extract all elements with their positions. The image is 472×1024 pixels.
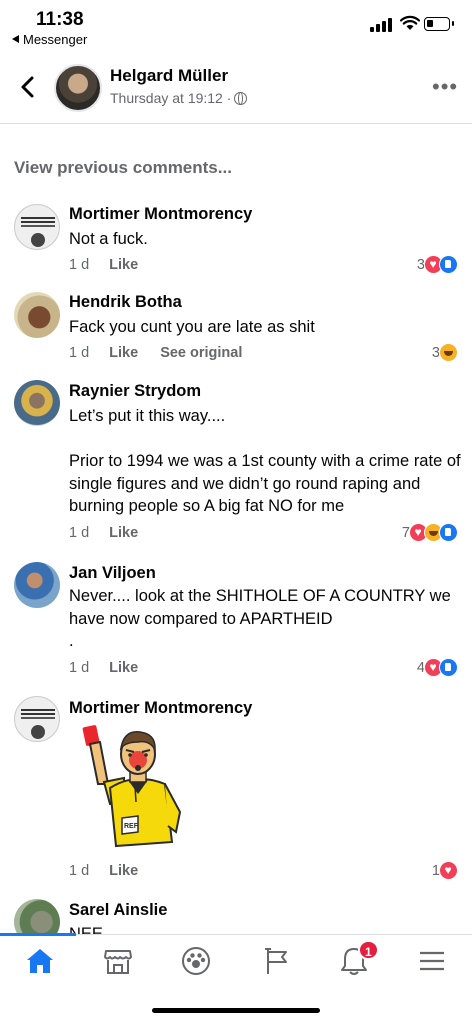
marketplace-icon[interactable] — [102, 945, 134, 977]
like-reaction-icon — [439, 658, 458, 677]
comment-text: Fack you cunt you are late as shit — [69, 318, 315, 336]
status-bar: 11:38 Messenger — [0, 0, 472, 52]
pages-flag-icon[interactable] — [260, 945, 292, 977]
author-name[interactable]: Helgard Müller — [110, 66, 228, 86]
commenter-avatar[interactable] — [14, 204, 60, 250]
reaction-summary[interactable]: 7 — [402, 523, 458, 542]
globe-icon — [234, 92, 248, 105]
comment-age: 1 d — [69, 345, 90, 361]
sticker-ref-badge: REF — [124, 823, 139, 830]
commenter-name[interactable]: Sarel Ainslie — [69, 901, 167, 920]
comment-age: 1 d — [69, 257, 90, 273]
groups-icon[interactable] — [180, 945, 212, 977]
back-triangle-icon — [12, 35, 19, 43]
comment-text: NEE — [69, 925, 103, 934]
commenter-name[interactable]: Hendrik Botha — [69, 293, 182, 312]
commenter-avatar[interactable] — [14, 899, 60, 934]
wifi-icon — [400, 15, 420, 30]
referee-red-card-sticker[interactable]: REF — [80, 722, 190, 852]
back-chevron-icon[interactable] — [16, 72, 40, 102]
back-app-label: Messenger — [23, 32, 88, 47]
like-button[interactable]: Like — [109, 345, 138, 361]
home-icon[interactable] — [24, 945, 56, 977]
comment: Jan Viljoen Never.... look at the SHITHO… — [0, 556, 472, 677]
like-reaction-icon — [439, 523, 458, 542]
author-avatar[interactable] — [54, 64, 102, 112]
comment-actions: 1 d Like — [69, 525, 160, 541]
comment: Sarel Ainslie NEE — [0, 894, 472, 934]
back-to-messenger-link[interactable]: Messenger — [12, 32, 87, 47]
reaction-summary[interactable]: 3 — [417, 255, 458, 274]
comment: Raynier Strydom Let’s put it this way...… — [0, 374, 472, 549]
view-previous-comments-link[interactable]: View previous comments... — [14, 158, 232, 178]
like-button[interactable]: Like — [109, 257, 138, 273]
comment-age: 1 d — [69, 660, 90, 676]
like-button[interactable]: Like — [109, 863, 138, 879]
post-timestamp: Thursday at 19:12 · — [110, 90, 232, 106]
more-options-button[interactable]: ••• — [432, 74, 458, 100]
comment-text: Let’s put it this way.... Prior to 1994 … — [69, 407, 461, 515]
home-indicator — [152, 1008, 320, 1013]
comment-text: Never.... look at the SHITHOLE OF A COUN… — [69, 587, 451, 650]
commenter-name[interactable]: Jan Viljoen — [69, 564, 156, 583]
comment: Mortimer Montmorency Not a fuck. 1 d Like… — [0, 200, 472, 280]
commenter-avatar[interactable] — [14, 380, 60, 426]
menu-icon[interactable] — [416, 945, 448, 977]
comment: Mortimer Montmorency 1 d Like 1 — [0, 692, 472, 892]
commenter-avatar[interactable] — [14, 292, 60, 338]
comment-actions: 1 d Like — [69, 257, 160, 273]
commenter-avatar[interactable] — [14, 696, 60, 742]
reaction-summary[interactable]: 4 — [417, 658, 458, 677]
reaction-summary[interactable]: 1 — [432, 861, 458, 880]
like-button[interactable]: Like — [109, 525, 138, 541]
commenter-avatar[interactable] — [14, 562, 60, 608]
cellular-signal-icon — [370, 18, 394, 32]
battery-icon — [424, 17, 454, 31]
commenter-name[interactable]: Raynier Strydom — [69, 382, 201, 401]
active-tab-indicator — [0, 933, 76, 936]
comment-text: Not a fuck. — [69, 230, 148, 248]
post-header: Helgard Müller Thursday at 19:12 · ••• — [0, 52, 472, 124]
status-time: 11:38 — [36, 9, 84, 30]
comment-age: 1 d — [69, 525, 90, 541]
reaction-summary[interactable]: 3 — [432, 343, 458, 362]
comment: Hendrik Botha Fack you cunt you are late… — [0, 288, 472, 368]
commenter-name[interactable]: Mortimer Montmorency — [69, 699, 252, 718]
commenter-name[interactable]: Mortimer Montmorency — [69, 205, 252, 224]
haha-reaction-icon — [439, 343, 458, 362]
love-reaction-icon — [439, 861, 458, 880]
like-button[interactable]: Like — [109, 660, 138, 676]
post-meta: Thursday at 19:12 · — [110, 90, 248, 106]
comment-actions: 1 d Like — [69, 660, 160, 676]
comment-age: 1 d — [69, 863, 90, 879]
comment-actions: 1 d Like See original — [69, 345, 264, 361]
like-reaction-icon — [439, 255, 458, 274]
comment-actions: 1 d Like — [69, 863, 160, 879]
notification-badge: 1 — [358, 940, 379, 960]
see-original-button[interactable]: See original — [160, 345, 242, 361]
